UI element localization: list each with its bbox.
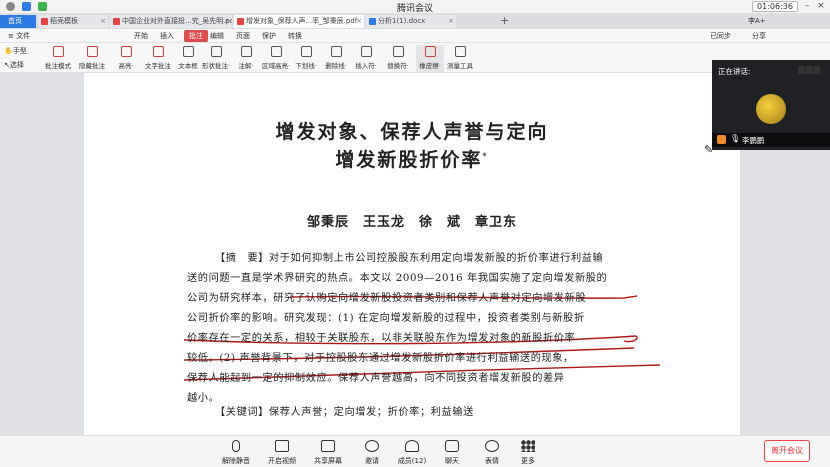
user-icon [717, 135, 726, 144]
tool-icon [425, 46, 436, 57]
tool-10[interactable]: 插入符· [352, 45, 380, 72]
signal-dots-icon [798, 66, 820, 74]
tool-1[interactable]: 隐藏批注 [78, 45, 106, 72]
abstract-line: 越小。 [187, 393, 220, 404]
tab-close-icon[interactable]: × [356, 15, 362, 28]
tool-icon [331, 46, 342, 57]
invite-icon [365, 440, 379, 452]
tab-close-icon[interactable]: × [448, 15, 454, 28]
tab-bar: 首页 稻壳模板 × 中国企业对外直接投...究_吴先明.pdf × 增发对象_保荐人声..… [0, 14, 830, 29]
abstract-line: 价率存在一定的关系，相较于关联股东，以非关联股东作为增发对象的新股折价率 [187, 333, 576, 344]
control-2[interactable]: 共享屏幕 [308, 438, 348, 466]
tool-icon [393, 46, 404, 57]
tab-label: 稻壳模板 [50, 17, 78, 25]
sync-status[interactable]: 已同步 [710, 30, 731, 42]
tab-close-icon[interactable]: × [224, 15, 230, 28]
menu-bar: ≡ 文件 开始 插入 批注 编辑 页面 保护 转换 已同步 分享 [0, 29, 830, 43]
minimize-icon[interactable]: – [802, 1, 812, 12]
abstract-line: 公司折价率的影响。研究发现：(1) 在定向增发新股的过程中，投资者类别与新股折 [187, 313, 585, 324]
user-account[interactable]: 李A+ [748, 16, 766, 26]
abstract-line: 【摘 要】对于如何抑制上市公司控股股东利用定向增发新股的折价率进行利益输 [215, 253, 604, 264]
tool-icon [153, 46, 164, 57]
tab-item[interactable]: 中国企业对外直接投...究_吴先明.pdf × [110, 15, 232, 28]
tab-item[interactable]: 稻壳模板 × [38, 15, 108, 28]
tab-file-icon [237, 18, 244, 25]
share-button[interactable]: 分享 [752, 30, 766, 42]
menu-4[interactable]: 编辑 [210, 30, 224, 42]
chat-icon [445, 440, 459, 452]
close-icon[interactable]: × [816, 1, 826, 12]
mic-muted-icon [232, 440, 240, 452]
tool-icon [121, 46, 132, 57]
emoji-icon [485, 440, 499, 452]
tool-0[interactable]: 批注模式 [44, 45, 72, 72]
control-0[interactable]: 解除静音 [216, 438, 256, 466]
tool-icon [455, 46, 466, 57]
tool-2[interactable]: 高亮· [112, 45, 140, 72]
annotation-toolbar: ✋手型 ↖选择 批注模式 隐藏批注 高亮· 文字批注 文本框 形状批注· 注解· 区域高亮· 下… [0, 43, 830, 73]
select-tool[interactable]: ↖选择 [4, 60, 24, 70]
tab-label: 增发对象_保荐人声...率_邹秉辰.pdf [246, 17, 358, 25]
menu-0[interactable]: ≡ 文件 [8, 30, 30, 42]
doc-keywords: 【关键词】保荐人声誉；定向增发；折价率；利益输送 [215, 407, 474, 418]
hand-icon: ✋ [4, 47, 13, 55]
control-label: 更多 [521, 457, 535, 465]
tab-item[interactable]: 分析1(1).docx × [366, 15, 456, 28]
tool-icon [361, 46, 372, 57]
speaker-name-bar: 🎙 李鹏鹏 [712, 133, 830, 147]
pdf-page[interactable]: 增发对象、保荐人声誉与定向 增发新股折价率* 邹秉辰 王玉龙 徐 斌 章卫东 【… [84, 73, 740, 435]
menu-2[interactable]: 插入 [160, 30, 174, 42]
more-icon [521, 440, 535, 452]
tool-13[interactable]: 测量工具 [446, 45, 474, 72]
tab-label: 分析1(1).docx [378, 17, 426, 25]
tab-file-icon [41, 18, 48, 25]
title-bar: 腾讯会议 01:06:36 – × [0, 0, 830, 14]
tab-item[interactable]: 首页 [0, 15, 36, 28]
screen-share-icon [321, 440, 335, 452]
doc-title-line2: 增发新股折价率* [335, 149, 489, 171]
tool-11[interactable]: 替换符· [384, 45, 412, 72]
abstract-line: 公司为研究样本，研究了认购定向增发新股投资者类别和保荐人声誉对定向增发新股 [187, 293, 587, 304]
new-tab-button[interactable]: + [500, 14, 509, 27]
mic-icon: 🎙 [730, 134, 741, 143]
members-icon [405, 440, 419, 452]
tool-icon [53, 46, 64, 57]
tab-close-icon[interactable]: × [100, 15, 106, 28]
abstract-line: 保荐人能起到一定的抑制效应。保荐人声誉越高，向不同投资者增发新股的差异 [187, 373, 565, 384]
tab-label: 中国企业对外直接投...究_吴先明.pdf [122, 17, 232, 25]
control-1[interactable]: 开启视频 [262, 438, 302, 466]
speaker-avatar [756, 94, 786, 124]
tab-file-icon [369, 18, 376, 25]
abstract-line: 较低。(2) 声誉背景下，对于控股股东通过增发新股折价率进行利益输送的现象， [187, 353, 574, 364]
menu-1[interactable]: 开始 [134, 30, 148, 42]
tool-icon [241, 46, 252, 57]
menu-7[interactable]: 转换 [288, 30, 302, 42]
control-7[interactable]: 更多 [508, 438, 548, 466]
menu-3[interactable]: 批注 [184, 30, 208, 42]
tool-icon [271, 46, 282, 57]
meeting-controls: 解除静音 开启视频 共享屏幕 邀请 成员(12) 聊天 表情 更多 [0, 435, 830, 467]
abstract-line: 送的问题一直是学术界研究的热点。本文以 2009—2016 年我国实施了定向增发… [187, 273, 608, 284]
menu-6[interactable]: 保护 [262, 30, 276, 42]
speaker-name: 李鹏鹏 [742, 136, 765, 145]
tool-icon [301, 46, 312, 57]
speaker-panel[interactable]: 正在讲话: 🎙 李鹏鹏 [712, 60, 830, 150]
tool-label: 测量工具 [447, 62, 473, 70]
tab-label: 首页 [8, 17, 22, 25]
hand-tool[interactable]: ✋手型 [4, 46, 27, 56]
camera-off-icon [275, 440, 289, 452]
window-title: 腾讯会议 [396, 4, 433, 14]
meeting-timer: 01:06:36 [752, 1, 798, 12]
doc-authors: 邹秉辰 王玉龙 徐 斌 章卫东 [306, 215, 517, 230]
tool-icon [183, 46, 194, 57]
tab-item[interactable]: 增发对象_保荐人声...率_邹秉辰.pdf × [234, 15, 364, 28]
speaker-header: 正在讲话: [718, 67, 751, 76]
tool-icon [87, 46, 98, 57]
leave-meeting-button[interactable]: 离开会议 [764, 440, 810, 462]
tool-icon [211, 46, 222, 57]
menu-5[interactable]: 页面 [236, 30, 250, 42]
doc-title-line1: 增发对象、保荐人声誉与定向 [275, 121, 549, 143]
tab-file-icon [113, 18, 120, 25]
